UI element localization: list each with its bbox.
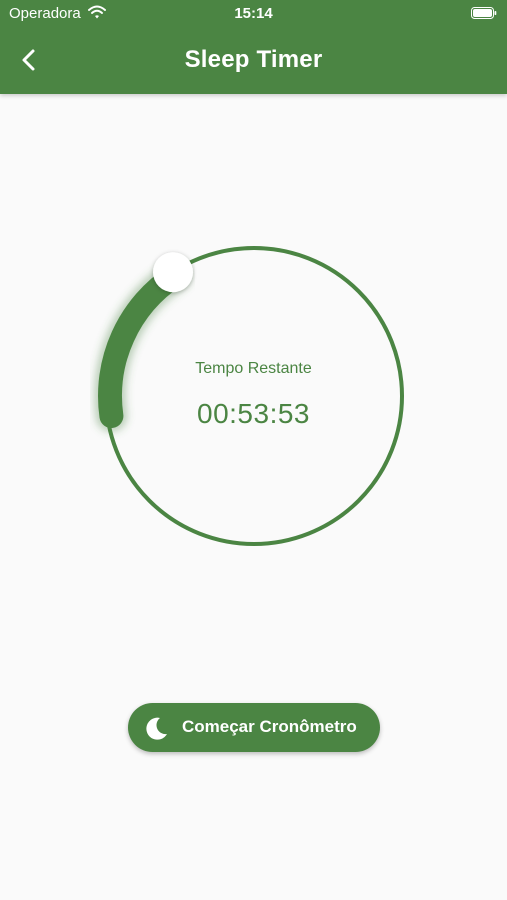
start-timer-label: Começar Cronômetro <box>182 717 357 736</box>
moon-icon <box>146 717 167 740</box>
remaining-label: Tempo Restante <box>195 360 312 377</box>
timer-knob[interactable] <box>153 252 193 293</box>
start-timer-button[interactable]: Começar Cronômetro <box>128 703 380 752</box>
remaining-time: 00:53:53 <box>197 398 310 429</box>
timer-progress-arc <box>98 263 188 428</box>
timer-dial <box>94 246 404 546</box>
